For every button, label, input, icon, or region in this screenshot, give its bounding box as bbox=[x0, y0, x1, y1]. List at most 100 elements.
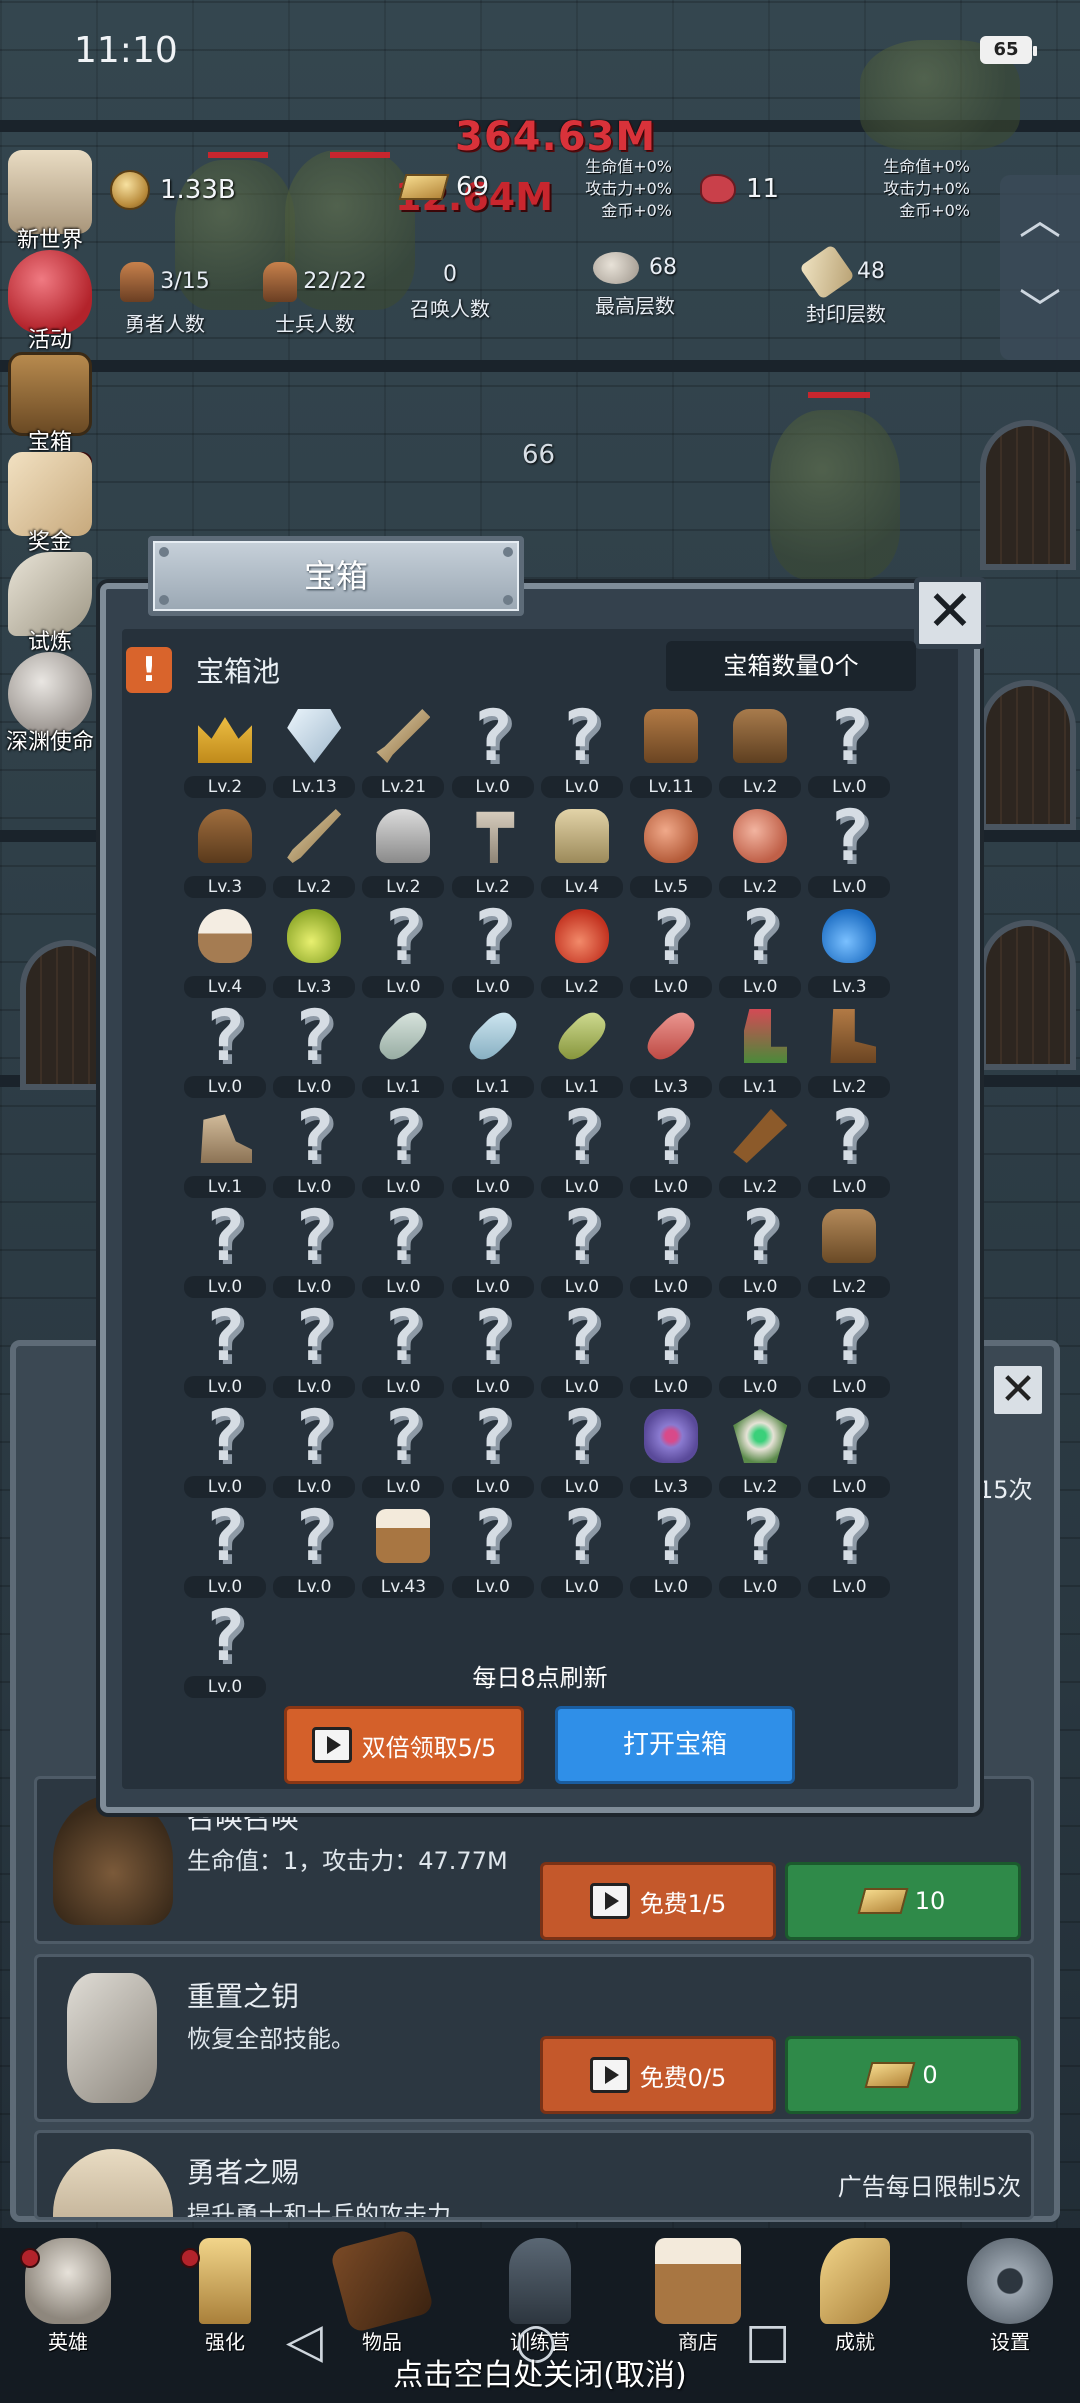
chest-item[interactable]: ? Lv.0 bbox=[540, 700, 623, 800]
max-floor-label: 最高层数 bbox=[595, 294, 675, 318]
nav-achievement[interactable]: 成就 bbox=[805, 2238, 905, 2355]
chest-item[interactable]: ? Lv.0 bbox=[184, 1000, 266, 1100]
chest-item[interactable]: ? Lv.0 bbox=[719, 1500, 802, 1600]
chest-item[interactable]: ? Lv.0 bbox=[362, 1400, 445, 1500]
chest-item[interactable]: Lv.2 bbox=[719, 700, 802, 800]
chevron-up-icon[interactable]: ︿ bbox=[1000, 175, 1080, 265]
chest-item[interactable]: Lv.2 bbox=[184, 700, 266, 800]
menu-chest[interactable]: 宝箱 bbox=[0, 352, 100, 455]
chest-item[interactable]: ? Lv.0 bbox=[273, 1000, 356, 1100]
chest-item[interactable]: Lv.43 bbox=[362, 1500, 445, 1600]
chest-item[interactable]: Lv.2 bbox=[719, 1400, 802, 1500]
chest-item[interactable]: ? Lv.0 bbox=[630, 1300, 712, 1400]
chest-item[interactable]: ? Lv.0 bbox=[808, 1100, 891, 1200]
chest-item[interactable]: Lv.3 bbox=[808, 900, 891, 1000]
chest-item[interactable]: ? Lv.0 bbox=[808, 700, 891, 800]
chest-item[interactable]: Lv.11 bbox=[630, 700, 712, 800]
chest-item[interactable]: ? Lv.0 bbox=[808, 800, 891, 900]
buy-with-gold-button[interactable]: 10 bbox=[785, 1862, 1021, 1940]
chest-item[interactable]: ? Lv.0 bbox=[273, 1400, 356, 1500]
chest-item[interactable]: Lv.1 bbox=[719, 1000, 802, 1100]
chest-item[interactable]: ? Lv.0 bbox=[362, 1200, 445, 1300]
chest-item[interactable]: ? Lv.0 bbox=[451, 1300, 534, 1400]
free-watch-ad-button[interactable]: 免费1/5 bbox=[540, 1862, 776, 1940]
menu-event[interactable]: 活动 bbox=[0, 250, 100, 353]
tap-to-close-hint[interactable]: 点击空白处关闭(取消) bbox=[0, 2350, 1080, 2394]
chest-item[interactable]: ? Lv.0 bbox=[451, 1100, 534, 1200]
chest-item[interactable]: ? Lv.0 bbox=[273, 1100, 356, 1200]
chest-item[interactable]: ? Lv.0 bbox=[808, 1400, 891, 1500]
chest-item[interactable]: ? Lv.0 bbox=[540, 1400, 623, 1500]
double-claim-button[interactable]: 双倍领取5/5 bbox=[284, 1706, 524, 1784]
chest-item[interactable]: Lv.3 bbox=[184, 800, 266, 900]
nav-items[interactable]: 物品 bbox=[329, 2228, 435, 2355]
open-chest-button[interactable]: 打开宝箱 bbox=[555, 1706, 795, 1784]
chest-item[interactable]: Lv.1 bbox=[184, 1100, 266, 1200]
chest-item[interactable]: ? Lv.0 bbox=[630, 1495, 712, 1600]
chest-item[interactable]: Lv.1 bbox=[540, 1000, 623, 1100]
nav-shop[interactable]: 商店 bbox=[648, 2238, 748, 2355]
chest-item[interactable]: ? Lv.0 bbox=[184, 1200, 266, 1300]
chest-item[interactable]: Lv.2 bbox=[273, 800, 356, 900]
chest-item[interactable]: ? Lv.0 bbox=[540, 1300, 623, 1400]
chest-item[interactable]: ? Lv.0 bbox=[451, 1200, 534, 1300]
chest-item[interactable]: ? Lv.0 bbox=[451, 700, 534, 800]
chest-item[interactable]: ? Lv.0 bbox=[273, 1200, 356, 1300]
menu-new-world[interactable]: 新世界 bbox=[0, 150, 100, 253]
question-mark-icon: ? bbox=[828, 1295, 871, 1377]
chest-item[interactable]: ? Lv.0 bbox=[451, 1500, 534, 1600]
chest-item[interactable]: Lv.2 bbox=[451, 800, 534, 900]
chest-item[interactable]: ? Lv.0 bbox=[362, 1300, 445, 1400]
chest-item[interactable]: ? Lv.0 bbox=[362, 900, 445, 1000]
chest-item[interactable]: Lv.3 bbox=[630, 1000, 712, 1100]
chest-item[interactable]: Lv.13 bbox=[273, 700, 356, 800]
chest-item[interactable]: ? Lv.0 bbox=[451, 1400, 534, 1500]
chest-item[interactable]: ? Lv.0 bbox=[719, 1200, 802, 1300]
chest-item[interactable]: Lv.3 bbox=[273, 900, 356, 1000]
chest-item[interactable]: ? Lv.0 bbox=[719, 1300, 802, 1400]
chest-item[interactable]: ? Lv.0 bbox=[540, 1100, 623, 1200]
chest-item[interactable]: ? Lv.0 bbox=[540, 1500, 623, 1600]
question-mark-icon: ? bbox=[649, 1495, 693, 1577]
menu-bonus[interactable]: 奖金 bbox=[0, 452, 100, 555]
chest-item[interactable]: ? Lv.0 bbox=[630, 1200, 712, 1300]
chest-item[interactable]: ? Lv.0 bbox=[808, 1500, 891, 1600]
chest-item[interactable]: ? Lv.0 bbox=[273, 1300, 356, 1400]
chest-item[interactable]: ? Lv.0 bbox=[273, 1500, 356, 1600]
chest-item[interactable]: Lv.4 bbox=[184, 900, 266, 1000]
menu-abyss-mission[interactable]: 深渊使命 bbox=[0, 652, 100, 755]
chest-item[interactable]: Lv.1 bbox=[362, 1000, 445, 1100]
chest-item[interactable]: ? Lv.0 bbox=[184, 1400, 266, 1500]
chest-item[interactable]: Lv.2 bbox=[719, 1100, 802, 1200]
chest-item[interactable]: ? Lv.0 bbox=[719, 900, 802, 1000]
chevron-down-icon[interactable]: ﹀ bbox=[1000, 265, 1080, 355]
chest-item[interactable]: ? Lv.0 bbox=[808, 1295, 891, 1400]
dungeon-door bbox=[980, 420, 1076, 570]
chest-item[interactable]: ? Lv.0 bbox=[184, 1300, 266, 1400]
buy-with-gold-button[interactable]: 0 bbox=[785, 2036, 1021, 2114]
green-bottle-icon bbox=[550, 1004, 614, 1068]
chest-item[interactable]: Lv.2 bbox=[808, 1000, 891, 1100]
chest-item[interactable]: Lv.2 bbox=[808, 1200, 891, 1300]
nav-settings[interactable]: 设置 bbox=[960, 2238, 1060, 2355]
item-level: Lv.0 bbox=[630, 1376, 712, 1398]
chest-item[interactable]: Lv.1 bbox=[451, 1000, 534, 1100]
chest-item[interactable]: Lv.2 bbox=[362, 800, 445, 900]
chest-item[interactable]: ? Lv.0 bbox=[630, 900, 712, 1000]
chest-item[interactable]: Lv.5 bbox=[630, 800, 712, 900]
chest-item[interactable]: Lv.3 bbox=[630, 1400, 712, 1500]
chest-item[interactable]: ? Lv.0 bbox=[362, 1100, 445, 1200]
chest-item[interactable]: Lv.2 bbox=[540, 900, 623, 1000]
chest-item[interactable]: Lv.21 bbox=[362, 700, 445, 800]
chest-item[interactable]: Lv.4 bbox=[540, 800, 623, 900]
free-watch-ad-button[interactable]: 免费0/5 bbox=[540, 2036, 776, 2114]
chest-item[interactable]: ? Lv.0 bbox=[630, 1100, 712, 1200]
item-level: Lv.13 bbox=[273, 776, 356, 798]
chest-item[interactable]: ? Lv.0 bbox=[451, 900, 534, 1000]
chest-item[interactable]: ? Lv.0 bbox=[184, 1500, 266, 1600]
menu-trial[interactable]: 试炼 bbox=[0, 552, 100, 655]
modal-close-button[interactable]: ✕ bbox=[914, 577, 986, 649]
chest-item[interactable]: Lv.2 bbox=[719, 800, 802, 900]
chest-item[interactable]: ? Lv.0 bbox=[540, 1200, 623, 1300]
panel-close-button[interactable]: ✕ bbox=[990, 1362, 1046, 1418]
